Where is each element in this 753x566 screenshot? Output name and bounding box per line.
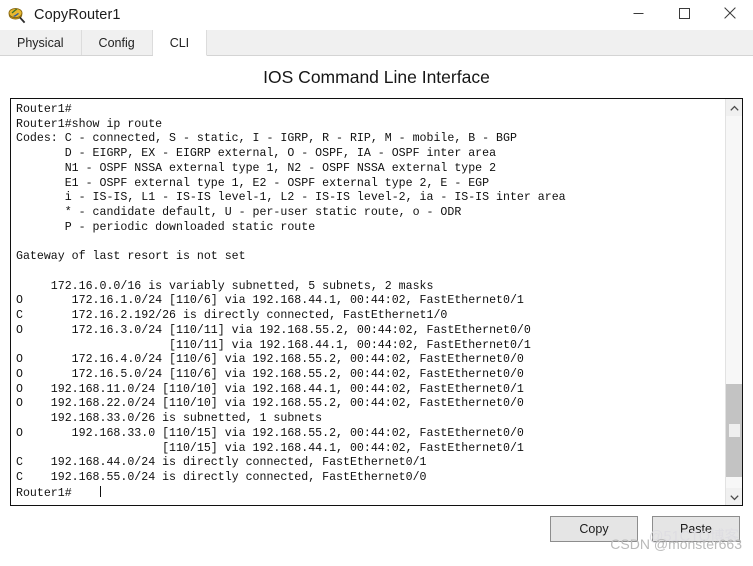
terminal-output-area[interactable]: Router1# Router1#show ip route Codes: C … [11,99,725,505]
window-controls [615,0,753,30]
copy-button[interactable]: Copy [550,516,638,542]
chevron-up-icon [729,99,739,117]
scrollbar-down-button[interactable] [726,488,742,505]
minimize-icon [633,6,644,24]
terminal-output: Router1# Router1#show ip route Codes: C … [16,103,566,500]
paste-button[interactable]: Paste [652,516,740,542]
text-cursor [99,485,101,497]
scrollbar-up-button[interactable] [726,99,742,116]
close-icon [724,6,736,24]
maximize-icon [678,6,690,24]
close-button[interactable] [707,0,753,30]
title-bar: CopyRouter1 [0,0,753,30]
tab-cli[interactable]: CLI [152,30,208,56]
tab-bar-filler [207,30,753,55]
scrollbar-thumb-grip [729,424,740,438]
terminal-scrollbar[interactable] [725,99,742,505]
tab-physical[interactable]: Physical [0,30,82,55]
tab-config[interactable]: Config [81,30,153,55]
tab-bar: Physical Config CLI [0,30,753,56]
window-title: CopyRouter1 [34,7,121,23]
footer-bar: Copy Paste [0,506,753,566]
minimize-button[interactable] [615,0,661,30]
maximize-button[interactable] [661,0,707,30]
router-device-icon [7,5,27,25]
cli-heading: IOS Command Line Interface [0,56,753,98]
terminal-panel: Router1# Router1#show ip route Codes: C … [10,98,743,506]
chevron-down-icon [729,488,739,506]
scrollbar-thumb[interactable] [726,383,742,477]
scrollbar-track[interactable] [726,116,742,488]
